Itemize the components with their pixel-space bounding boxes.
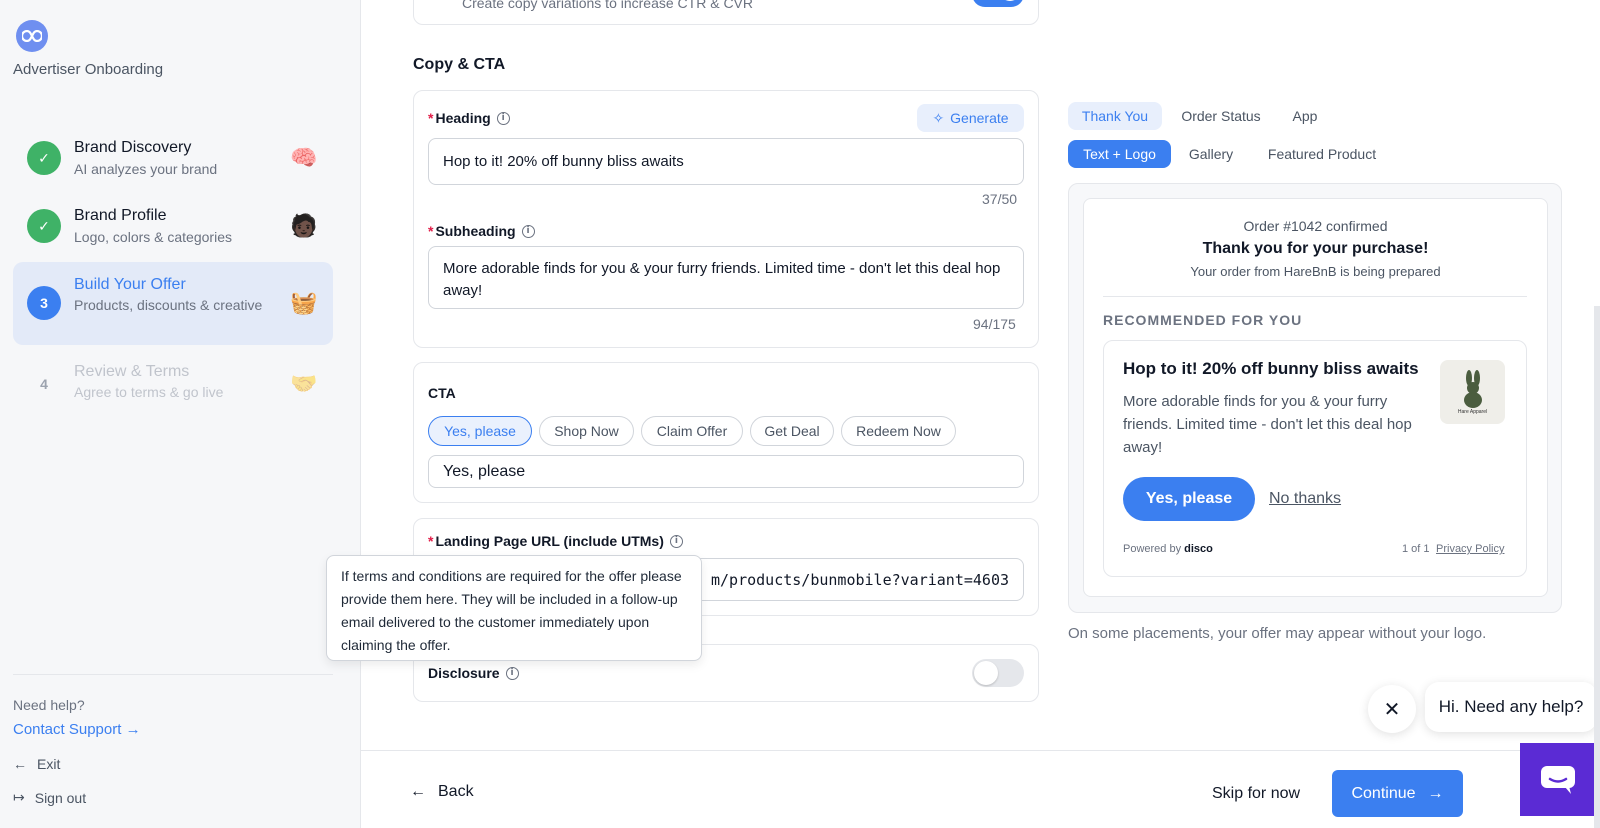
exit-link[interactable]: ← Exit: [13, 756, 60, 772]
tab-featured-product[interactable]: Featured Product: [1254, 140, 1390, 168]
preview-divider: [1103, 296, 1527, 297]
cta-option-redeem-now[interactable]: Redeem Now: [841, 416, 956, 446]
preview-note: On some placements, your offer may appea…: [1068, 625, 1487, 642]
sign-out-label: Sign out: [34, 789, 87, 806]
step-subtitle: Agree to terms & go live: [74, 384, 224, 400]
tab-order-status[interactable]: Order Status: [1171, 102, 1271, 130]
check-icon: ✓: [27, 209, 61, 243]
terms-tooltip: If terms and conditions are required for…: [326, 555, 702, 661]
step-number: 4: [40, 376, 48, 392]
step-title: Brand Discovery: [74, 139, 192, 156]
cta-option-shop-now[interactable]: Shop Now: [539, 416, 634, 446]
need-help-text: Need help?: [13, 697, 85, 713]
continue-label: Continue: [1351, 784, 1416, 802]
brain-icon: 🧠: [290, 145, 318, 170]
cta-option-yes-please[interactable]: Yes, please: [428, 416, 532, 446]
contact-support-link[interactable]: Contact Support →: [13, 721, 141, 738]
tab-thank-you[interactable]: Thank You: [1068, 102, 1162, 130]
preview-offer-title: Hop to it! 20% off bunny bliss awaits: [1123, 359, 1419, 378]
heading-input[interactable]: Hop to it! 20% off bunny bliss awaits: [428, 138, 1024, 185]
tab-app[interactable]: App: [1280, 102, 1330, 130]
thumb-caption: Hare Apparel: [1457, 408, 1488, 415]
generate-label: Generate: [950, 110, 1009, 126]
step-build-your-offer[interactable]: 3 Build Your Offer Products, discounts &…: [13, 262, 333, 345]
back-button[interactable]: ← Back: [410, 783, 474, 801]
step-title: Brand Profile: [74, 207, 167, 224]
info-icon[interactable]: i: [505, 666, 519, 680]
back-label: Back: [438, 783, 474, 800]
preview-pager: 1 of 1: [1402, 543, 1430, 555]
preview-order-number: Order #1042 confirmed: [1243, 218, 1388, 234]
heading-char-count: 37/50: [982, 191, 1018, 207]
info-icon[interactable]: i: [669, 534, 683, 548]
chat-icon: [1540, 765, 1575, 794]
step-subtitle: AI analyzes your brand: [74, 161, 218, 177]
step-brand-discovery[interactable]: ✓ Brand Discovery AI analyzes your brand…: [13, 128, 333, 188]
tab-gallery[interactable]: Gallery: [1180, 140, 1242, 168]
preview-yes-button[interactable]: Yes, please: [1123, 477, 1255, 521]
cta-option-claim-offer[interactable]: Claim Offer: [641, 416, 743, 446]
landing-url-value: m/products/bunmobile?variant=4603: [710, 570, 1009, 589]
preview-no-thanks[interactable]: No thanks: [1269, 490, 1341, 508]
handshake-icon: 🤝: [290, 371, 318, 396]
arrow-left-icon: ←: [410, 783, 426, 800]
close-icon[interactable]: ✕: [1368, 685, 1416, 733]
continue-button[interactable]: Continue →: [1332, 770, 1463, 817]
preview-privacy-link[interactable]: Privacy Policy: [1436, 543, 1504, 555]
disclosure-label: Disclosure i: [428, 665, 519, 681]
skip-button[interactable]: Skip for now: [1212, 785, 1300, 803]
copy-variations-toggle[interactable]: [972, 0, 1024, 7]
cta-label: CTA: [428, 385, 456, 401]
step-review-terms[interactable]: 4 Review & Terms Agree to terms & go liv…: [13, 354, 333, 414]
cta-input[interactable]: Yes, please: [428, 455, 1024, 488]
app-logo-icon[interactable]: [16, 20, 48, 52]
preview-offer-body: More adorable finds for you & your furry…: [1123, 393, 1412, 456]
sidebar-divider: [13, 674, 333, 675]
info-icon[interactable]: i: [521, 224, 535, 238]
preview-recommended: RECOMMENDED FOR YOU: [1103, 312, 1303, 328]
preview-thanks: Thank you for your purchase!: [1202, 240, 1429, 257]
check-icon: ✓: [27, 141, 61, 175]
subheading-char-count: 94/175: [973, 316, 1016, 332]
sign-out-icon: ↦: [13, 789, 25, 805]
preview-product-thumbnail: Hare Apparel: [1440, 360, 1505, 424]
info-icon[interactable]: i: [496, 111, 510, 125]
tab-text-logo[interactable]: Text + Logo: [1068, 140, 1171, 168]
sidebar: Advertiser Onboarding ✓ Brand Discovery …: [0, 0, 361, 828]
step-subtitle: Logo, colors & categories: [74, 229, 232, 245]
generate-button[interactable]: ✧ Generate: [917, 104, 1024, 132]
step-subtitle: Products, discounts & creative: [74, 297, 263, 313]
sign-out-link[interactable]: ↦ Sign out: [13, 789, 86, 806]
chat-greeting[interactable]: Hi. Need any help?: [1425, 682, 1597, 732]
heading-label: * Heading i: [428, 110, 510, 126]
copy-variations-card: Create copy variations to increase CTR &…: [413, 0, 1039, 25]
section-title-copy-cta: Copy & CTA: [413, 56, 506, 73]
arrow-left-icon: ←: [13, 756, 27, 772]
step-brand-profile[interactable]: ✓ Brand Profile Logo, colors & categorie…: [13, 196, 333, 256]
avatar-icon: 🧑🏿: [290, 213, 318, 238]
bunny-icon: [1463, 369, 1482, 408]
landing-url-label: * Landing Page URL (include UTMs) i: [428, 533, 683, 549]
step-title: Review & Terms: [74, 363, 190, 380]
subheading-label: * Subheading i: [428, 223, 535, 239]
subheading-textarea[interactable]: More adorable finds for you & your furry…: [428, 246, 1024, 309]
disclosure-toggle[interactable]: [972, 659, 1024, 687]
app-title: Advertiser Onboarding: [13, 61, 164, 78]
preview-powered-by: Powered by disco: [1123, 543, 1213, 555]
preview-order-sub: Your order from HareBnB is being prepare…: [1190, 264, 1441, 279]
scrollbar[interactable]: [1594, 306, 1600, 828]
step-title: Build Your Offer: [74, 276, 186, 293]
arrow-right-icon: →: [1427, 784, 1444, 802]
copy-variations-description: Create copy variations to increase CTR &…: [462, 0, 753, 11]
basket-icon: 🧺: [290, 290, 318, 315]
step-number: 3: [27, 286, 61, 320]
footer-divider: [361, 750, 1600, 751]
cta-option-get-deal[interactable]: Get Deal: [750, 416, 834, 446]
sparkle-icon: ✧: [932, 109, 945, 126]
exit-label: Exit: [37, 756, 61, 772]
chat-launcher[interactable]: [1520, 743, 1595, 816]
